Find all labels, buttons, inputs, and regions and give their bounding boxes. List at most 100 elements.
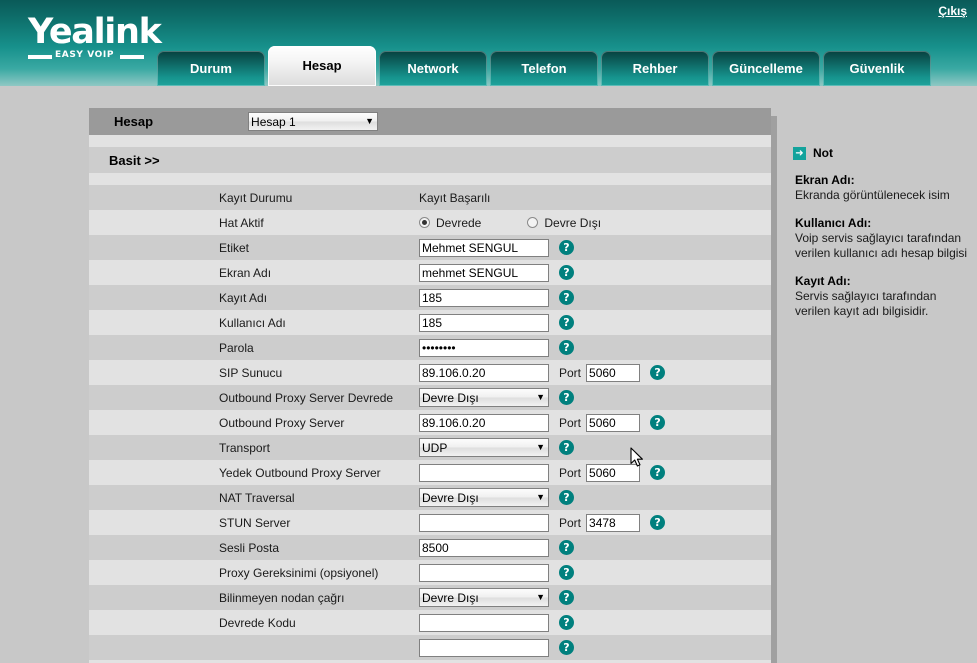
help-icon[interactable]: ? (559, 340, 574, 355)
help-icon[interactable]: ? (559, 590, 574, 605)
radio-label: Devrede (436, 215, 482, 230)
on-code-input[interactable] (419, 613, 549, 632)
tab-durum[interactable]: Durum (157, 51, 265, 86)
voice-mail-input[interactable] (419, 538, 549, 557)
sip-server-input[interactable] (419, 363, 549, 382)
radio-label: Devre Dışı (544, 215, 602, 230)
chevron-down-icon: ▼ (365, 116, 375, 126)
tab-hesap[interactable]: Hesap (268, 46, 376, 86)
register-status-value: Kayıt Başarılı (419, 190, 491, 205)
row-label: Sesli Posta (219, 540, 280, 555)
row-voice-mail: Sesli Posta ? (89, 535, 771, 560)
row-label: Kayıt Durumu (219, 190, 293, 205)
port-label: Port (559, 415, 582, 430)
user-name-input[interactable] (419, 313, 549, 332)
logo-tagline: EASY VOIP (28, 50, 158, 62)
yealink-logo: Yealink EASY VOIP (28, 12, 162, 62)
outbound-server-port-input[interactable] (586, 413, 641, 432)
help-icon[interactable]: ? (559, 390, 574, 405)
row-partial-next: ? (89, 635, 771, 660)
account-select[interactable]: Hesap 1 ▼ (248, 112, 379, 131)
account-bar-title: Hesap (114, 114, 154, 129)
help-icon[interactable]: ? (650, 415, 666, 430)
row-label: Bilinmeyen nodan çağrı (219, 590, 345, 605)
line-active-radio-enabled[interactable]: Devrede (419, 216, 481, 230)
help-icon[interactable]: ? (559, 615, 574, 630)
tab-rehber[interactable]: Rehber (601, 51, 709, 86)
sip-server-port-input[interactable] (586, 363, 641, 382)
help-icon[interactable]: ? (559, 290, 574, 305)
note-item: Kayıt Adı: Servis sağlayıcı tarafından ve… (795, 274, 973, 319)
logo-wordmark: Yealink (28, 12, 162, 52)
help-icon[interactable]: ? (559, 640, 574, 655)
note-term: Ekran Adı: (795, 173, 855, 187)
nat-traversal-select-value: Devre Dışı (422, 490, 479, 505)
row-label: Kullanıcı Adı (219, 315, 286, 330)
spacer-row (89, 173, 771, 185)
line-active-radio-disabled[interactable]: Devre Dışı (527, 216, 601, 230)
help-icon[interactable]: ? (559, 315, 574, 330)
account-bar: Hesap Hesap 1 ▼ (89, 108, 771, 135)
register-name-input[interactable] (419, 288, 549, 307)
account-select-value: Hesap 1 (251, 114, 296, 129)
tab-g-ncelleme[interactable]: Güncelleme (712, 51, 820, 86)
row-label: Kayıt Adı (219, 290, 268, 305)
section-header-basic[interactable]: Basit >> (89, 147, 771, 173)
arrow-right-icon: ➜ (793, 146, 806, 160)
row-line-active: Hat Aktif Devrede Devre Dışı (89, 210, 771, 235)
row-label: Outbound Proxy Server (219, 415, 345, 430)
transport-select[interactable]: UDP ▼ (419, 438, 549, 457)
main-tab-bar: Durum Hesap Network Telefon Rehber Güncelleme… (157, 46, 934, 86)
partial-next-input[interactable] (419, 638, 549, 657)
transport-select-value: UDP (422, 440, 448, 455)
nat-traversal-select[interactable]: Devre Dışı ▼ (419, 488, 549, 507)
row-label: Outbound Proxy Server Devrede (219, 390, 394, 405)
stun-server-port-input[interactable] (586, 513, 641, 532)
help-icon[interactable]: ? (559, 240, 574, 255)
help-icon[interactable]: ? (650, 515, 666, 530)
help-icon[interactable]: ? (559, 490, 574, 505)
row-outbound-server: Outbound Proxy Server Port ? (89, 410, 771, 435)
row-label-field: Etiket ? (89, 235, 771, 260)
label-input[interactable] (419, 238, 549, 257)
row-label: Etiket (219, 240, 250, 255)
backup-outbound-input[interactable] (419, 463, 549, 482)
app-header: Çıkış Yealink EASY VOIP Durum Hesap Networ… (0, 0, 977, 86)
help-icon[interactable]: ? (559, 440, 574, 455)
help-icon[interactable]: ? (559, 565, 574, 580)
help-icon[interactable]: ? (559, 265, 574, 280)
logo-tagline-text: EASY VOIP (55, 50, 115, 60)
outbound-server-input[interactable] (419, 413, 549, 432)
help-icon[interactable]: ? (650, 465, 666, 480)
note-term: Kayıt Adı: (795, 274, 851, 288)
password-input[interactable] (419, 338, 549, 357)
row-label: Parola (219, 340, 254, 355)
row-label: Transport (219, 440, 270, 455)
chevron-down-icon: ▼ (536, 442, 545, 452)
row-backup-outbound: Yedek Outbound Proxy Server Port ? (89, 460, 771, 485)
row-display-name: Ekran Adı ? (89, 260, 771, 285)
display-name-input[interactable] (419, 263, 549, 282)
proxy-require-input[interactable] (419, 563, 549, 582)
row-label: NAT Traversal (219, 490, 295, 505)
note-list: Ekran Adı: Ekranda görüntülenecek isim Kul… (787, 160, 977, 319)
help-icon[interactable]: ? (559, 540, 574, 555)
row-stun-server: STUN Server Port ? (89, 510, 771, 535)
chevron-down-icon: ▼ (536, 392, 545, 402)
port-label: Port (559, 465, 582, 480)
tab-network[interactable]: Network (379, 51, 487, 86)
note-title: Not (813, 146, 833, 160)
stun-server-input[interactable] (419, 513, 549, 532)
row-user-name: Kullanıcı Adı ? (89, 310, 771, 335)
tab-g-venlik[interactable]: Güvenlik (823, 51, 931, 86)
anonymous-call-select[interactable]: Devre Dışı ▼ (419, 588, 549, 607)
tab-telefon[interactable]: Telefon (490, 51, 598, 86)
row-label: Proxy Gereksinimi (opsiyonel) (219, 565, 379, 580)
help-icon[interactable]: ? (650, 365, 666, 380)
anonymous-call-select-value: Devre Dışı (422, 590, 479, 605)
logout-link[interactable]: Çıkış (938, 4, 967, 18)
row-proxy-require: Proxy Gereksinimi (opsiyonel) ? (89, 560, 771, 585)
section-header-basic-title: Basit >> (109, 152, 160, 168)
backup-outbound-port-input[interactable] (586, 463, 641, 482)
outbound-enable-select[interactable]: Devre Dışı ▼ (419, 388, 549, 407)
